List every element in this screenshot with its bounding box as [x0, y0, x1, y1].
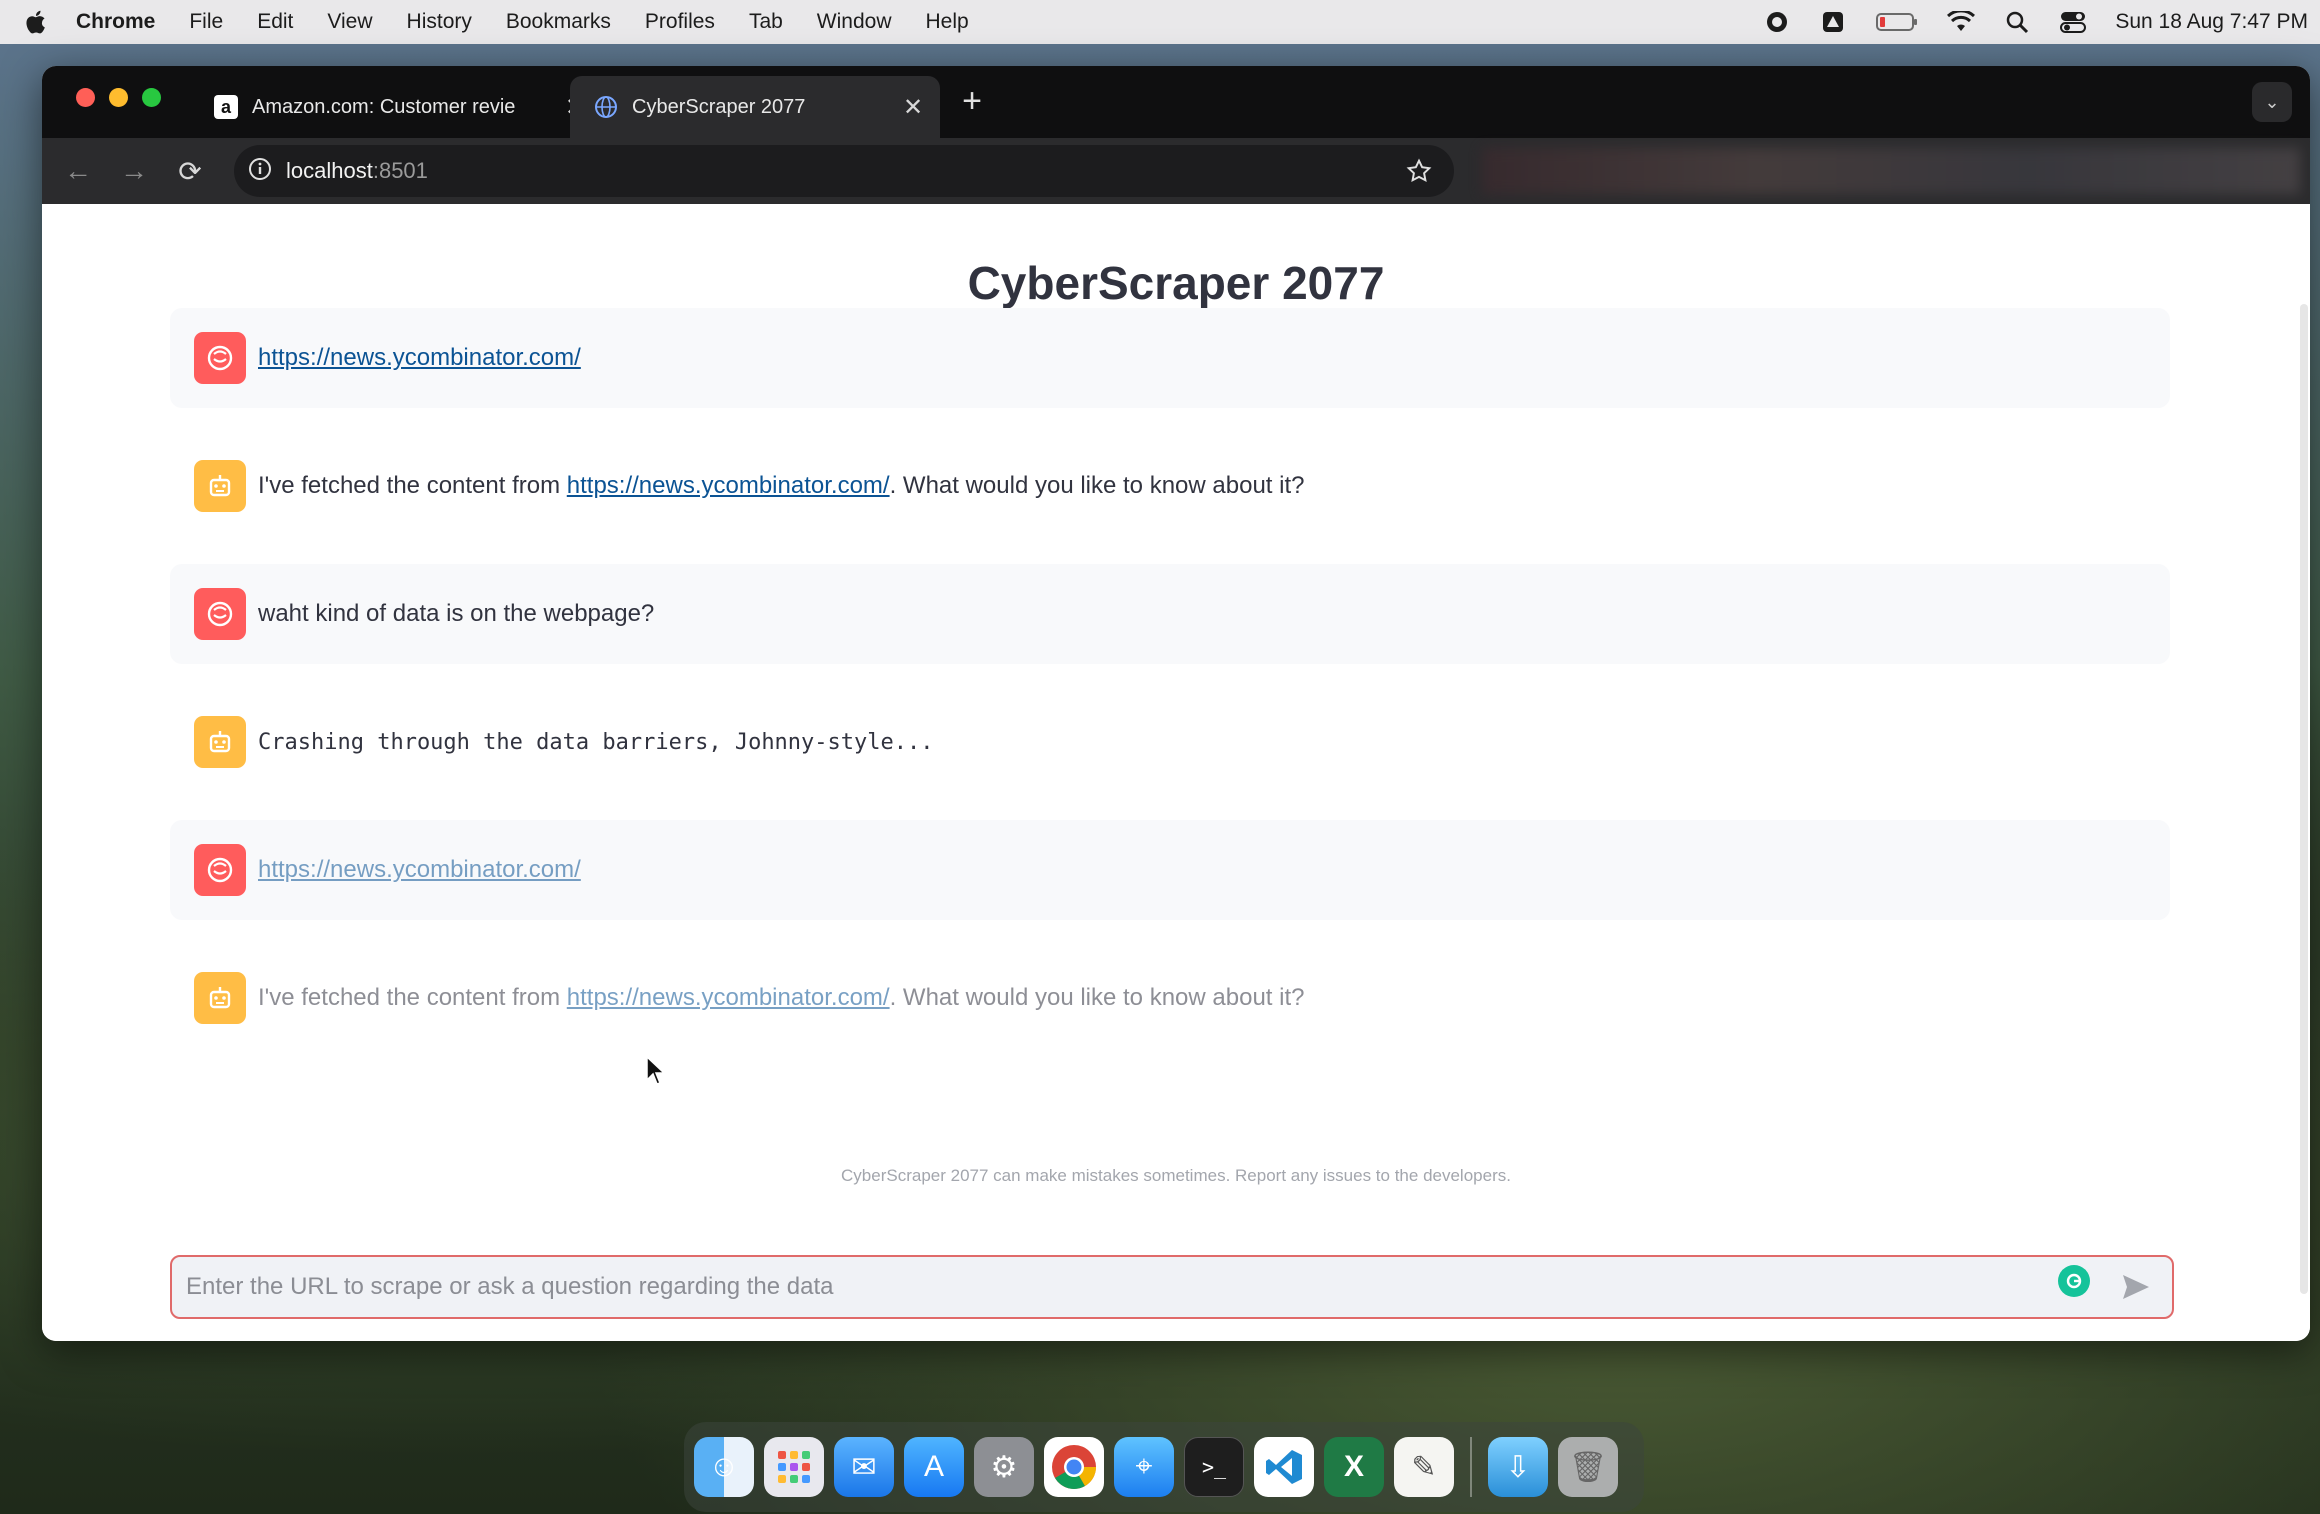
user-avatar-icon	[194, 332, 246, 384]
apple-menu-icon[interactable]	[20, 9, 50, 35]
app-store-icon[interactable]: A	[904, 1437, 964, 1497]
url-host: localhost	[286, 158, 373, 183]
message-text: waht kind of data is on the webpage?	[258, 600, 655, 627]
chat-input-container	[170, 1255, 2174, 1319]
mail-icon[interactable]: ✉	[834, 1437, 894, 1497]
textedit-icon[interactable]: ✎	[1394, 1437, 1454, 1497]
screen-record-icon[interactable]	[1763, 8, 1791, 36]
downloads-icon[interactable]: ⇩	[1488, 1437, 1548, 1497]
chat-message-user: waht kind of data is on the webpage?	[170, 564, 2170, 664]
terminal-icon[interactable]: >_	[1184, 1437, 1244, 1497]
safari-icon[interactable]: ⌖	[1114, 1437, 1174, 1497]
menu-help[interactable]: Help	[926, 10, 969, 34]
vscode-icon[interactable]	[1254, 1437, 1314, 1497]
bot-avatar-icon	[194, 460, 246, 512]
message-text: . What would you like to know about it?	[889, 472, 1305, 499]
close-tab-icon[interactable]: ✕	[896, 93, 930, 122]
window-controls	[76, 88, 161, 107]
disclaimer-text: CyberScraper 2077 can make mistakes some…	[841, 1166, 1511, 1185]
amazon-icon: a	[212, 93, 240, 121]
browser-window: a Amazon.com: Customer revie ✕ CyberScra…	[42, 66, 2310, 1341]
launchpad-icon[interactable]	[764, 1437, 824, 1497]
excel-icon[interactable]: X	[1324, 1437, 1384, 1497]
dock-separator	[1470, 1437, 1472, 1497]
tab-title: Amazon.com: Customer revie	[252, 95, 516, 118]
send-icon[interactable]	[2116, 1267, 2156, 1307]
extensions-area	[1482, 148, 2300, 194]
tab-title: CyberScraper 2077	[632, 95, 806, 118]
dock: ☺ ✉ A ⚙ ⌖ >_ X ✎ ⇩ 🗑	[684, 1422, 1644, 1512]
message-link[interactable]: https://news.ycombinator.com/	[258, 344, 581, 371]
tab-amazon[interactable]: a Amazon.com: Customer revie ✕	[192, 76, 602, 138]
chat-message-assistant: I've fetched the content from https://ne…	[170, 436, 2170, 536]
bot-avatar-icon	[194, 972, 246, 1024]
chat-message-user: https://news.ycombinator.com/	[170, 308, 2170, 408]
svg-text:a: a	[221, 97, 232, 117]
chat-message-assistant: Crashing through the data barriers, John…	[170, 692, 2170, 792]
grammarly-icon[interactable]	[2058, 1265, 2090, 1297]
menu-edit[interactable]: Edit	[257, 10, 293, 34]
page-scrollbar[interactable]	[2300, 304, 2308, 1294]
menu-file[interactable]: File	[189, 10, 223, 34]
mouse-cursor-icon	[646, 1055, 666, 1091]
chat-input[interactable]	[186, 1273, 2058, 1301]
message-link[interactable]: https://news.ycombinator.com/	[567, 984, 890, 1011]
system-settings-icon[interactable]: ⚙	[974, 1437, 1034, 1497]
message-link[interactable]: https://news.ycombinator.com/	[258, 856, 581, 883]
menubar-clock[interactable]: Sun 18 Aug 7:47 PM	[2115, 10, 2308, 34]
message-status-text: Crashing through the data barriers, John…	[258, 729, 934, 755]
menu-window[interactable]: Window	[817, 10, 892, 34]
message-text: I've fetched the content from	[258, 472, 567, 499]
menu-tab[interactable]: Tab	[749, 10, 783, 34]
drive-icon[interactable]	[1819, 8, 1847, 36]
page-title: CyberScraper 2077	[967, 257, 1385, 309]
trash-icon[interactable]: 🗑	[1558, 1437, 1618, 1497]
back-arrow-icon[interactable]: ←	[50, 143, 106, 199]
user-avatar-icon	[194, 844, 246, 896]
spotlight-search-icon[interactable]	[2003, 8, 2031, 36]
new-tab-button[interactable]: +	[948, 78, 996, 126]
browser-toolbar: ← → ⟳ localhost:8501	[42, 138, 2310, 204]
app-content: CyberScraper 2077 https://news.ycombinat…	[42, 204, 2310, 1341]
menu-profiles[interactable]: Profiles	[645, 10, 715, 34]
menu-history[interactable]: History	[407, 10, 472, 34]
chrome-icon[interactable]	[1044, 1437, 1104, 1497]
menu-app-name[interactable]: Chrome	[76, 10, 155, 34]
forward-arrow-icon[interactable]: →	[106, 143, 162, 199]
url-port: :8501	[372, 158, 428, 183]
menu-bookmarks[interactable]: Bookmarks	[506, 10, 611, 34]
close-window-button[interactable]	[76, 88, 95, 107]
minimize-window-button[interactable]	[109, 88, 128, 107]
message-text: I've fetched the content from	[258, 984, 567, 1011]
message-link[interactable]: https://news.ycombinator.com/	[567, 472, 890, 499]
wifi-icon[interactable]	[1947, 8, 1976, 36]
tab-cyberscraper[interactable]: CyberScraper 2077 ✕	[570, 76, 940, 138]
reload-icon[interactable]: ⟳	[162, 143, 218, 199]
zoom-window-button[interactable]	[142, 88, 161, 107]
chat-message-assistant: I've fetched the content from https://ne…	[170, 948, 2170, 1048]
tab-search-chevron-icon[interactable]: ⌄	[2252, 82, 2292, 122]
chat-message-user: https://news.ycombinator.com/	[170, 820, 2170, 920]
finder-icon[interactable]: ☺	[694, 1437, 754, 1497]
message-text: . What would you like to know about it?	[889, 984, 1305, 1011]
address-bar[interactable]: localhost:8501	[234, 145, 1454, 197]
bookmark-star-icon[interactable]	[1404, 156, 1434, 186]
globe-icon	[592, 93, 620, 121]
battery-icon[interactable]	[1875, 8, 1919, 36]
tab-strip: a Amazon.com: Customer revie ✕ CyberScra…	[42, 66, 2310, 138]
bot-avatar-icon	[194, 716, 246, 768]
menu-view[interactable]: View	[327, 10, 372, 34]
menu-bar: Chrome File Edit View History Bookmarks …	[0, 0, 2320, 44]
user-avatar-icon	[194, 588, 246, 640]
control-center-icon[interactable]	[2059, 8, 2087, 36]
site-info-icon[interactable]	[248, 157, 272, 186]
